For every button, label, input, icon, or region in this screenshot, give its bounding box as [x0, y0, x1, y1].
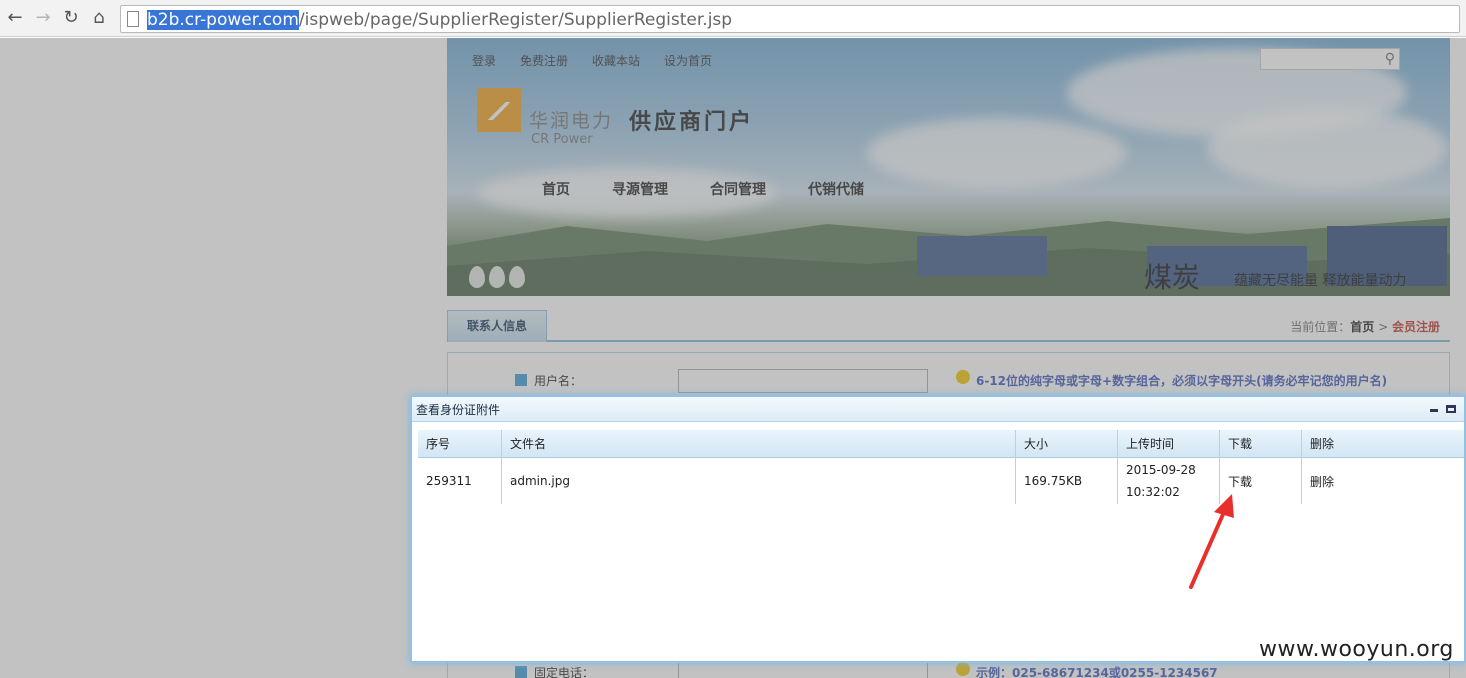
cell-id: 259311 — [418, 458, 502, 504]
address-bar[interactable]: b2b.cr-power.com/ispweb/page/SupplierReg… — [120, 5, 1460, 33]
url-text[interactable]: b2b.cr-power.com/ispweb/page/SupplierReg… — [147, 9, 732, 31]
maximize-icon[interactable] — [1446, 405, 1456, 413]
url-path: /ispweb/page/SupplierRegister/SupplierRe… — [298, 10, 733, 30]
attachment-dialog: 查看身份证附件 序号 文件名 大小 上传时间 下载 删除 259311 admi… — [410, 395, 1466, 663]
table-row: 259311 admin.jpg 169.75KB 2015-09-28 10:… — [418, 458, 1464, 504]
upload-time: 10:32:02 — [1126, 485, 1180, 499]
download-link[interactable]: 下载 — [1220, 458, 1302, 504]
browser-toolbar: ← → ↻ ⌂ b2b.cr-power.com/ispweb/page/Sup… — [0, 0, 1466, 37]
page-viewport: 登录 免费注册 收藏本站 设为首页 ⚲ 华润电力 CR Power 供应商门户 … — [0, 38, 1466, 678]
column-header-upload-time: 上传时间 — [1118, 430, 1220, 458]
cell-filename: admin.jpg — [502, 458, 1016, 504]
watermark: www.wooyun.org — [1259, 637, 1454, 662]
back-arrow-icon[interactable]: ← — [4, 7, 26, 29]
table-header: 序号 文件名 大小 上传时间 下载 删除 — [418, 430, 1464, 458]
url-host: b2b.cr-power.com — [147, 10, 299, 30]
forward-arrow-icon[interactable]: → — [32, 7, 54, 29]
delete-link[interactable]: 删除 — [1302, 458, 1464, 504]
column-header-delete: 删除 — [1310, 437, 1335, 451]
home-icon[interactable]: ⌂ — [88, 7, 110, 29]
column-header-id: 序号 — [418, 430, 502, 458]
column-header-filename: 文件名 — [502, 430, 1016, 458]
column-header-size: 大小 — [1016, 430, 1118, 458]
page-icon — [127, 11, 139, 27]
dialog-title: 查看身份证附件 — [416, 403, 501, 417]
minimize-icon[interactable] — [1430, 409, 1438, 412]
column-header-download: 下载 — [1220, 430, 1302, 458]
cell-upload-time: 2015-09-28 10:32:02 — [1118, 458, 1220, 504]
dialog-header: 查看身份证附件 — [412, 397, 1464, 422]
reload-icon[interactable]: ↻ — [60, 7, 82, 29]
upload-date: 2015-09-28 — [1126, 463, 1196, 477]
attachment-table: 序号 文件名 大小 上传时间 下载 删除 259311 admin.jpg 16… — [418, 430, 1464, 504]
cell-size: 169.75KB — [1016, 458, 1118, 504]
